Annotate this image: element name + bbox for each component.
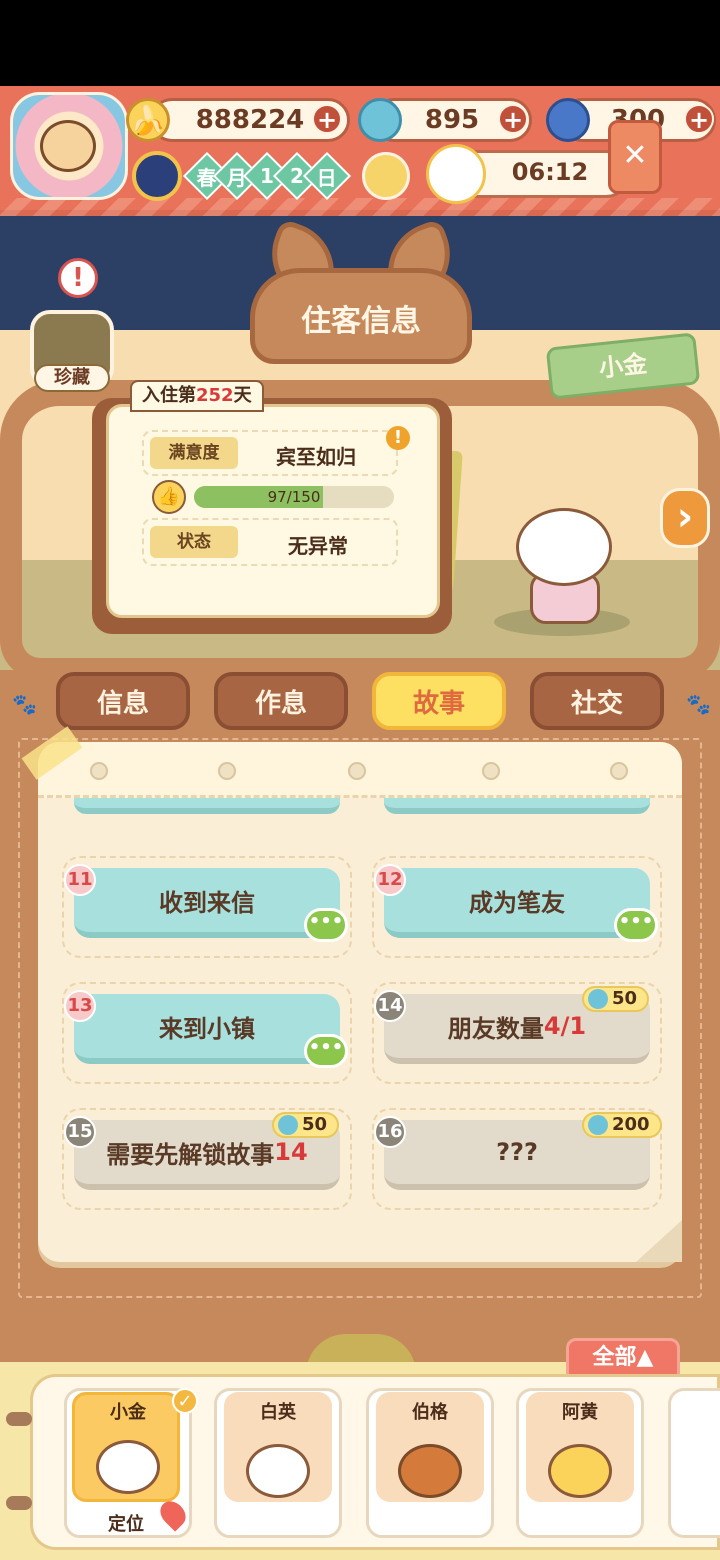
guest-character-icon[interactable]: [516, 508, 612, 586]
tab-info[interactable]: 信息: [56, 672, 190, 730]
flame-icon: [588, 1115, 608, 1135]
burger-portrait-icon: [398, 1444, 462, 1498]
alert-icon[interactable]: !: [58, 258, 98, 298]
fish-icon: [546, 98, 590, 142]
banana-count: 888224: [195, 105, 305, 135]
unlock-cost: 50: [302, 1114, 328, 1135]
pin-icon: [90, 762, 108, 780]
story-number: 15: [64, 1116, 96, 1148]
tab-social[interactable]: 社交: [530, 672, 664, 730]
tab-story[interactable]: 故事: [372, 672, 506, 730]
satisfaction-value: 宾至如归: [276, 445, 356, 469]
status-value: 无异常: [288, 534, 348, 558]
story-card-partial[interactable]: [74, 798, 340, 814]
moon-icon: [362, 152, 410, 200]
status-bar: [0, 0, 720, 86]
stay-prefix: 入住第: [142, 385, 196, 406]
roster-guest-name: 白英: [260, 1402, 296, 1423]
dog-portrait-icon: [548, 1444, 612, 1498]
chat-bubble-icon: •••: [304, 908, 348, 942]
story-number: 16: [374, 1116, 406, 1148]
binder-ring: [6, 1412, 32, 1426]
binder-ring: [6, 1496, 32, 1510]
story-title: 来到小镇: [159, 1014, 255, 1043]
roster-guest-name: 阿黄: [562, 1402, 598, 1423]
stay-days-tag: 入住第252天: [130, 380, 264, 412]
story-card-13[interactable]: 来到小镇: [74, 994, 340, 1064]
header-pattern: [0, 198, 720, 216]
tab-label: 作息: [254, 688, 307, 719]
add-banana-button[interactable]: +: [312, 104, 342, 134]
tab-label: 故事: [412, 688, 465, 719]
story-card-12[interactable]: 成为笔友: [384, 868, 650, 938]
collection-label: 珍藏: [34, 364, 110, 392]
flame-icon: [278, 1115, 298, 1135]
satisfaction-label: 满意度: [150, 437, 238, 469]
filter-all-button[interactable]: 全部▲: [566, 1338, 680, 1378]
tab-label: 社交: [570, 688, 623, 719]
add-fish-button[interactable]: +: [684, 104, 714, 134]
paw-icon: 🐾: [12, 692, 37, 716]
pin-icon: [218, 762, 236, 780]
clock-time: 06:12: [511, 158, 589, 186]
story-title: 成为笔友: [469, 888, 565, 917]
status-label: 状态: [150, 526, 238, 558]
pin-icon: [610, 762, 628, 780]
guest-name: 小金: [597, 349, 649, 383]
add-flame-button[interactable]: +: [498, 104, 528, 134]
story-number: 12: [374, 864, 406, 896]
date-char: 日: [302, 151, 352, 201]
sun-moon-icon: [132, 151, 182, 201]
story-number: 13: [64, 990, 96, 1022]
locate-label[interactable]: 定位: [108, 1510, 158, 1536]
flame-icon: [588, 989, 608, 1009]
thumb-up-icon: 👍: [152, 480, 186, 514]
story-title: 收到来信: [159, 888, 255, 917]
paw-icon: 🐾: [686, 692, 711, 716]
chat-bubble-icon: •••: [304, 1034, 348, 1068]
pin-icon: [482, 762, 500, 780]
flame-icon: [358, 98, 402, 142]
satisfaction-progress-text: 97/150: [267, 488, 321, 506]
story-number: 14: [374, 990, 406, 1022]
story-requirement: 14: [274, 1138, 308, 1166]
story-title: 需要先解锁故事: [106, 1140, 275, 1169]
pin-icon: [348, 762, 366, 780]
story-title: 朋友数量: [447, 1014, 544, 1043]
story-card-11[interactable]: 收到来信: [74, 868, 340, 938]
unlock-cost: 50: [612, 988, 638, 1009]
story-number: 11: [64, 864, 96, 896]
panel-title: 住客信息: [301, 304, 421, 339]
cat-clock-icon: [426, 144, 486, 204]
cat-portrait-icon: [96, 1440, 160, 1494]
story-requirement: 4/1: [543, 1012, 587, 1040]
tab-label: 信息: [96, 688, 149, 719]
roster-guest-name: 伯格: [412, 1402, 448, 1423]
next-guest-arrow-icon[interactable]: ›: [660, 488, 710, 548]
stay-days: 252: [196, 385, 234, 406]
tab-schedule[interactable]: 作息: [214, 672, 348, 730]
unlock-cost: 200: [612, 1114, 650, 1135]
chat-bubble-icon: •••: [614, 908, 658, 942]
bird-portrait-icon: [246, 1444, 310, 1498]
story-card-partial[interactable]: [384, 798, 650, 814]
app-root: 888224 🍌 + 895 + 300 + 春 月 1 2 日 06:12 ✕…: [0, 0, 720, 1560]
roster-guest-partial[interactable]: [668, 1388, 720, 1538]
warning-icon[interactable]: !: [386, 426, 410, 450]
avatar-cat-icon: [40, 120, 96, 172]
banana-icon: 🍌: [126, 98, 170, 142]
tag-icon[interactable]: ✕: [608, 120, 662, 194]
story-title: ???: [496, 1138, 538, 1166]
flame-count: 895: [424, 105, 480, 135]
stay-suffix: 天: [233, 385, 252, 406]
calendar-date: 春 月 1 2 日: [132, 151, 352, 201]
check-icon: ✓: [172, 1388, 198, 1414]
